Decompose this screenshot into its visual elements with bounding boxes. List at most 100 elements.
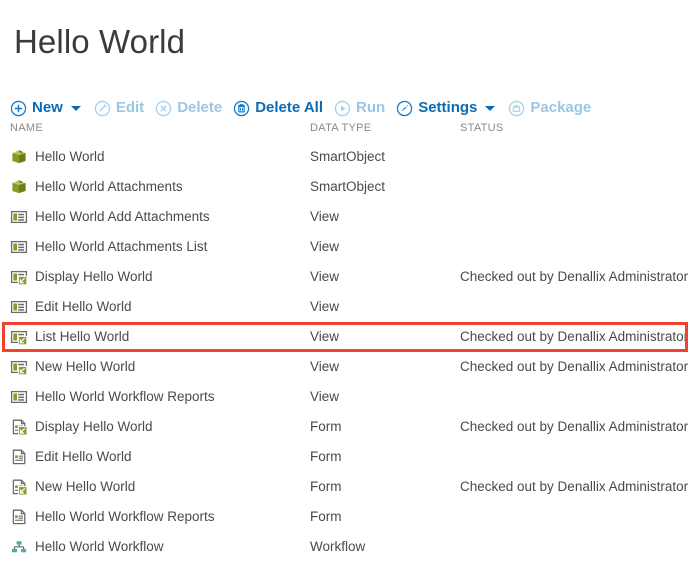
toolbar-button-settings[interactable]: Settings: [396, 96, 477, 120]
row-data-type-cell: View: [310, 382, 339, 412]
toolbar: New Edit Delete Delete All Run Settings Packag…: [10, 96, 602, 120]
row-name-label: Display Hello World: [35, 262, 153, 292]
form-checked-out-icon: [10, 418, 28, 436]
row-name-label: Display Hello World: [35, 412, 153, 442]
row-name-label: Hello World Attachments: [35, 172, 183, 202]
row-data-type-cell: View: [310, 262, 339, 292]
row-data-type-cell: Workflow: [310, 532, 365, 562]
artifacts-list: Hello WorldSmartObjectHello World Attach…: [0, 142, 696, 562]
toolbar-settings-dropdown-caret-icon[interactable]: [485, 106, 495, 111]
row-data-type-cell: SmartObject: [310, 142, 385, 172]
edit-pencil-circle-icon: [94, 100, 111, 117]
workflow-icon: [10, 538, 28, 556]
row-name-cell: Edit Hello World: [10, 442, 132, 472]
row-name-label: New Hello World: [35, 472, 135, 502]
row-name-label: New Hello World: [35, 352, 135, 382]
row-data-type-cell: Form: [310, 442, 342, 472]
page-title: Hello World: [14, 22, 185, 62]
view-checked-out-icon: [10, 358, 28, 376]
row-name-cell: Hello World: [10, 142, 105, 172]
trash-circle-icon: [233, 100, 250, 117]
row-name-label: Hello World Attachments List: [35, 232, 207, 262]
row-name-label: Hello World Workflow: [35, 532, 164, 562]
row-data-type-cell: Form: [310, 502, 342, 532]
row-data-type-cell: SmartObject: [310, 172, 385, 202]
row-name-cell: Hello World Add Attachments: [10, 202, 210, 232]
row-name-label: Hello World: [35, 142, 105, 172]
smartobject-artifacts-page: Hello World New Edit Delete Delete All Run Se…: [0, 0, 696, 566]
toolbar-button-label: Edit: [116, 96, 144, 120]
wrench-circle-icon: [396, 100, 413, 117]
table-row[interactable]: Edit Hello World Form: [0, 442, 696, 472]
toolbar-button-label: Delete: [177, 96, 222, 120]
toolbar-button-run: Run: [334, 96, 385, 120]
table-row[interactable]: Hello World Workflow Reports View: [0, 382, 696, 412]
row-status-cell: Checked out by Denallix Administrator: [460, 322, 688, 352]
smartobject-icon: [10, 148, 28, 166]
table-row[interactable]: Hello World Attachments SmartObject: [0, 172, 696, 202]
toolbar-button-new[interactable]: New: [10, 96, 63, 120]
row-name-label: List Hello World: [35, 322, 129, 352]
table-row[interactable]: List Hello World View Checked out by Denal…: [0, 322, 696, 352]
toolbar-button-delete: Delete: [155, 96, 222, 120]
row-data-type-cell: View: [310, 232, 339, 262]
play-circle-icon: [334, 100, 351, 117]
form-icon: [10, 448, 28, 466]
form-checked-out-icon: [10, 478, 28, 496]
row-name-cell: Hello World Workflow Reports: [10, 502, 215, 532]
row-data-type-cell: Form: [310, 472, 342, 502]
toolbar-button-package: Package: [508, 96, 591, 120]
row-data-type-cell: View: [310, 352, 339, 382]
view-icon: [10, 298, 28, 316]
table-row[interactable]: Hello World Add Attachments View: [0, 202, 696, 232]
row-name-label: Hello World Add Attachments: [35, 202, 210, 232]
table-row[interactable]: Hello World Attachments List View: [0, 232, 696, 262]
form-icon: [10, 508, 28, 526]
row-data-type-cell: View: [310, 202, 339, 232]
table-row[interactable]: New Hello World View Checked out by Denall…: [0, 352, 696, 382]
toolbar-button-label: Delete All: [255, 96, 323, 120]
row-data-type-cell: View: [310, 292, 339, 322]
toolbar-button-label: Package: [530, 96, 591, 120]
row-name-cell: Hello World Attachments: [10, 172, 183, 202]
row-name-label: Hello World Workflow Reports: [35, 382, 215, 412]
column-header-row: NAME DATA TYPE STATUS: [0, 122, 696, 140]
column-header-data-type: DATA TYPE: [310, 122, 371, 134]
toolbar-button-label: New: [32, 96, 63, 120]
column-header-name: NAME: [10, 122, 43, 134]
view-icon: [10, 388, 28, 406]
table-row[interactable]: New Hello World Form Checked out by Denall…: [0, 472, 696, 502]
toolbar-button-delete-all[interactable]: Delete All: [233, 96, 323, 120]
view-checked-out-icon: [10, 268, 28, 286]
row-name-cell: Hello World Attachments List: [10, 232, 207, 262]
row-name-cell: New Hello World: [10, 472, 135, 502]
column-header-status: STATUS: [460, 122, 504, 134]
row-name-cell: Display Hello World: [10, 412, 153, 442]
table-row[interactable]: Display Hello World View Checked out by De…: [0, 262, 696, 292]
row-name-cell: Edit Hello World: [10, 292, 132, 322]
view-checked-out-icon: [10, 328, 28, 346]
smartobject-icon: [10, 178, 28, 196]
toolbar-new-dropdown-caret-icon[interactable]: [71, 106, 81, 111]
table-row[interactable]: Display Hello WorldFormChecked out by De…: [0, 412, 696, 442]
plus-circle-icon: [10, 100, 27, 117]
row-name-cell: New Hello World: [10, 352, 135, 382]
row-status-cell: Checked out by Denallix Administrator: [460, 262, 688, 292]
row-name-cell: Hello World Workflow: [10, 532, 164, 562]
row-name-label: Edit Hello World: [35, 292, 132, 322]
row-name-cell: Hello World Workflow Reports: [10, 382, 215, 412]
toolbar-button-label: Run: [356, 96, 385, 120]
delete-x-circle-icon: [155, 100, 172, 117]
toolbar-button-edit: Edit: [94, 96, 144, 120]
view-icon: [10, 238, 28, 256]
table-row[interactable]: Hello World Workflow Workflow: [0, 532, 696, 562]
table-row[interactable]: Hello World SmartObject: [0, 142, 696, 172]
table-row[interactable]: Hello World Workflow Reports Form: [0, 502, 696, 532]
row-status-cell: Checked out by Denallix Administrator: [460, 472, 688, 502]
table-row[interactable]: Edit Hello World View: [0, 292, 696, 322]
row-status-cell: Checked out by Denallix Administrator: [460, 352, 688, 382]
toolbar-button-label: Settings: [418, 96, 477, 120]
row-data-type-cell: Form: [310, 412, 342, 442]
row-data-type-cell: View: [310, 322, 339, 352]
row-name-cell: List Hello World: [10, 322, 129, 352]
